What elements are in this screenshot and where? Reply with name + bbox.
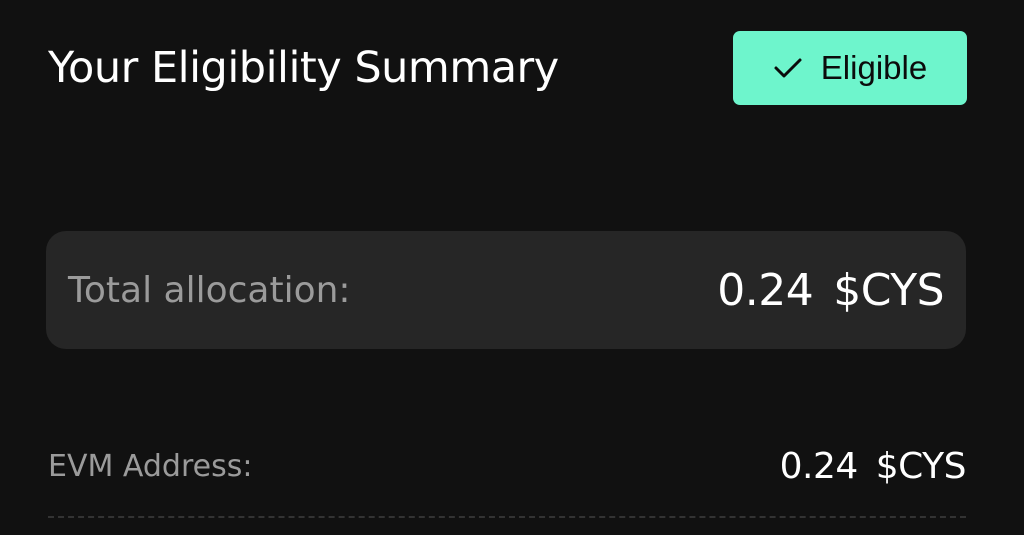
total-allocation-card: Total allocation: 0.24 $CYS: [46, 231, 966, 349]
evm-address-value: 0.24 $CYS: [779, 445, 967, 487]
status-badge[interactable]: Eligible: [733, 31, 967, 105]
total-allocation-amount: 0.24: [717, 264, 814, 316]
evm-address-label: EVM Address:: [48, 448, 253, 484]
evm-address-amount: 0.24: [779, 445, 859, 487]
check-icon: [773, 56, 803, 80]
eligibility-summary-panel: Your Eligibility Summary Eligible Total …: [0, 0, 1024, 535]
page-title: Your Eligibility Summary: [48, 43, 559, 93]
evm-address-token: $CYS: [875, 445, 967, 487]
evm-address-row: EVM Address: 0.24 $CYS: [48, 440, 967, 492]
total-allocation-value: 0.24 $CYS: [717, 265, 944, 316]
row-divider: [48, 516, 966, 518]
total-allocation-label: Total allocation:: [68, 269, 351, 311]
total-allocation-token: $CYS: [833, 264, 944, 316]
status-badge-label: Eligible: [820, 49, 928, 86]
